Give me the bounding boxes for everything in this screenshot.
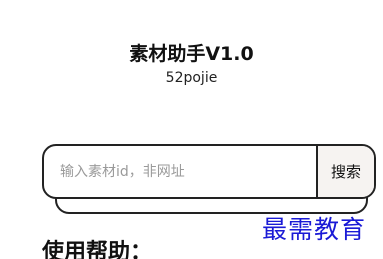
app-title: 素材助手V1.0 [129, 43, 254, 65]
search-input[interactable] [44, 146, 316, 197]
search-button[interactable]: 搜索 [316, 146, 374, 197]
app-page: 素材助手V1.0 52pojie 搜索 最需教育 使用帮助： [0, 0, 383, 259]
watermark-logo: 最需教育 [262, 215, 367, 244]
search-bar: 搜索 [42, 144, 376, 199]
help-heading: 使用帮助： [42, 240, 153, 259]
app-subtitle: 52pojie [165, 70, 218, 86]
